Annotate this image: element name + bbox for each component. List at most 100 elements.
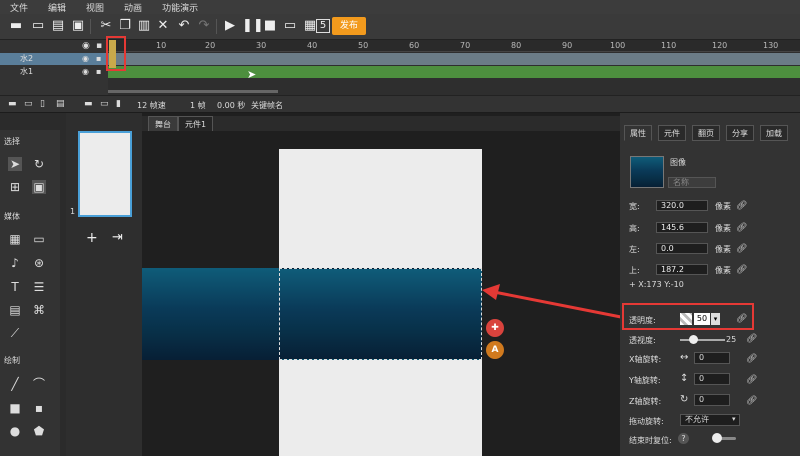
- eye-icon[interactable]: ◉: [82, 66, 89, 78]
- tab-stage[interactable]: 舞台: [148, 116, 178, 131]
- audio-icon[interactable]: ♪: [8, 256, 22, 270]
- menu-file[interactable]: 文件: [0, 0, 38, 14]
- section-media: 媒体: [4, 212, 20, 221]
- reset-toggle-handle[interactable]: [712, 433, 722, 443]
- left-input[interactable]: 0.0: [656, 243, 708, 254]
- link-icon[interactable]: 🔗︎: [736, 223, 747, 233]
- drag-rotate-select[interactable]: 不允许: [680, 414, 740, 426]
- pentagon-icon[interactable]: ⬟: [32, 424, 46, 438]
- tab-page-turn[interactable]: 翻页: [692, 125, 720, 141]
- name-input[interactable]: 名称: [668, 177, 716, 188]
- select-arrow-icon[interactable]: ➤: [8, 157, 22, 171]
- menu-animation[interactable]: 动画: [114, 0, 152, 14]
- video-icon[interactable]: ⊛: [32, 256, 46, 270]
- help-icon[interactable]: ?: [678, 433, 689, 444]
- document-tabs: 舞台 元件1: [142, 116, 620, 131]
- properties-icon[interactable]: ▤: [56, 99, 65, 109]
- crop-icon[interactable]: ▣: [32, 180, 46, 194]
- tab-symbol1[interactable]: 元件1: [178, 116, 214, 131]
- layer-row-water2[interactable]: 水2 ◉ ▪: [0, 53, 108, 65]
- new-doc-icon[interactable]: ▭: [30, 18, 46, 34]
- frame-ruler[interactable]: 1 10 20 30 40 50 60 70 80 90 100 110 120…: [108, 40, 800, 52]
- width-input[interactable]: 320.0: [656, 200, 708, 211]
- save-icon[interactable]: ▣: [70, 18, 86, 34]
- z-rotate-label: Z轴旋转:: [629, 397, 662, 406]
- y-rotate-input[interactable]: 0: [694, 373, 730, 385]
- height-input[interactable]: 145.6: [656, 222, 708, 233]
- redo-icon[interactable]: ↷: [196, 18, 212, 34]
- chevron-down-icon[interactable]: ▾: [732, 415, 736, 423]
- lock-icon[interactable]: ▪: [96, 41, 102, 51]
- tab-share[interactable]: 分享: [726, 125, 754, 141]
- link-icon[interactable]: 🔗︎: [746, 334, 757, 344]
- html5-icon[interactable]: 5: [316, 19, 330, 33]
- import-page-icon[interactable]: ⇥: [112, 230, 123, 245]
- layer-track-water1[interactable]: [108, 66, 800, 78]
- link-icon[interactable]: 🔗︎: [736, 244, 747, 254]
- rounded-rect-icon[interactable]: ▪: [32, 401, 46, 415]
- chart-icon[interactable]: ⟋: [8, 326, 22, 340]
- copy-icon[interactable]: ❐: [117, 18, 133, 34]
- eye-icon[interactable]: ◉: [82, 41, 90, 51]
- tab-symbol[interactable]: 元件: [658, 125, 686, 141]
- page-thumbnail[interactable]: [78, 131, 132, 217]
- subselect-icon[interactable]: ↻: [32, 157, 46, 171]
- link-icon[interactable]: 🔗︎: [746, 354, 757, 364]
- list-icon[interactable]: ☰: [32, 280, 46, 294]
- new-file-icon[interactable]: ▬: [8, 18, 24, 34]
- open-icon[interactable]: ▤: [50, 18, 66, 34]
- transform-icon[interactable]: ⊞: [8, 180, 22, 194]
- layer-track-water2[interactable]: [108, 53, 800, 65]
- menu-view[interactable]: 视图: [76, 0, 114, 14]
- cut-icon[interactable]: ✂: [98, 18, 114, 34]
- timeline-scrollbar[interactable]: [108, 90, 278, 93]
- delete-icon[interactable]: ✕: [155, 18, 171, 34]
- image-icon[interactable]: ▭: [32, 232, 46, 246]
- left-unit: 像素: [715, 245, 731, 254]
- rectangle-icon[interactable]: ■: [8, 401, 22, 415]
- link-icon[interactable]: 🔗︎: [736, 265, 747, 275]
- section-draw: 绘制: [4, 356, 20, 365]
- play-icon[interactable]: ▶: [222, 18, 238, 34]
- top-input[interactable]: 187.2: [656, 264, 708, 275]
- blur-slider-handle[interactable]: [689, 335, 698, 344]
- undo-icon[interactable]: ↶: [176, 18, 192, 34]
- lock-icon[interactable]: ▪: [96, 66, 101, 78]
- pause-icon[interactable]: ❚❚: [242, 18, 264, 34]
- lock-icon[interactable]: ▪: [96, 53, 101, 65]
- link-icon[interactable]: 🔗︎: [746, 375, 757, 385]
- tab-load[interactable]: 加载: [760, 125, 788, 141]
- trash-icon[interactable]: ▯: [40, 99, 45, 109]
- circle-icon[interactable]: ●: [8, 424, 22, 438]
- document-icon[interactable]: ▤: [8, 303, 22, 317]
- add-action-icon[interactable]: A: [486, 341, 504, 359]
- layer-row-water1[interactable]: 水1 ◉ ▪: [0, 66, 108, 78]
- folder-icon[interactable]: ▭: [24, 99, 33, 109]
- x-rotate-input[interactable]: 0: [694, 352, 730, 364]
- keyframe-icon[interactable]: ▮: [116, 99, 121, 109]
- publish-button[interactable]: 发布: [332, 17, 366, 35]
- grid-icon[interactable]: ▦: [8, 232, 22, 246]
- frames-icon[interactable]: ▭: [100, 99, 109, 109]
- link-icon[interactable]: 🔗︎: [736, 201, 747, 211]
- text-icon[interactable]: T: [8, 280, 22, 294]
- add-page-icon[interactable]: +: [86, 230, 98, 246]
- time-label: 0.00 秒: [217, 101, 246, 110]
- water-image-selected[interactable]: [279, 268, 482, 360]
- curve-icon[interactable]: ⌒: [32, 377, 46, 391]
- paste-icon[interactable]: ▥: [136, 18, 152, 34]
- z-rotate-input[interactable]: 0: [694, 394, 730, 406]
- blur-slider-track[interactable]: [680, 339, 725, 341]
- preview-icon[interactable]: ▭: [282, 18, 298, 34]
- water-image-offstage[interactable]: [142, 268, 279, 360]
- code-icon[interactable]: ⌘: [32, 303, 46, 317]
- menu-demo[interactable]: 功能演示: [152, 0, 208, 14]
- stop-icon[interactable]: ■: [262, 18, 278, 34]
- tab-properties[interactable]: 属性: [624, 125, 652, 141]
- line-icon[interactable]: ╱: [8, 377, 22, 391]
- menu-edit[interactable]: 编辑: [38, 0, 76, 14]
- frame-icon[interactable]: ▬: [84, 99, 93, 109]
- eye-icon[interactable]: ◉: [82, 53, 89, 65]
- link-icon[interactable]: 🔗︎: [746, 396, 757, 406]
- add-layer-icon[interactable]: ▬: [8, 99, 17, 109]
